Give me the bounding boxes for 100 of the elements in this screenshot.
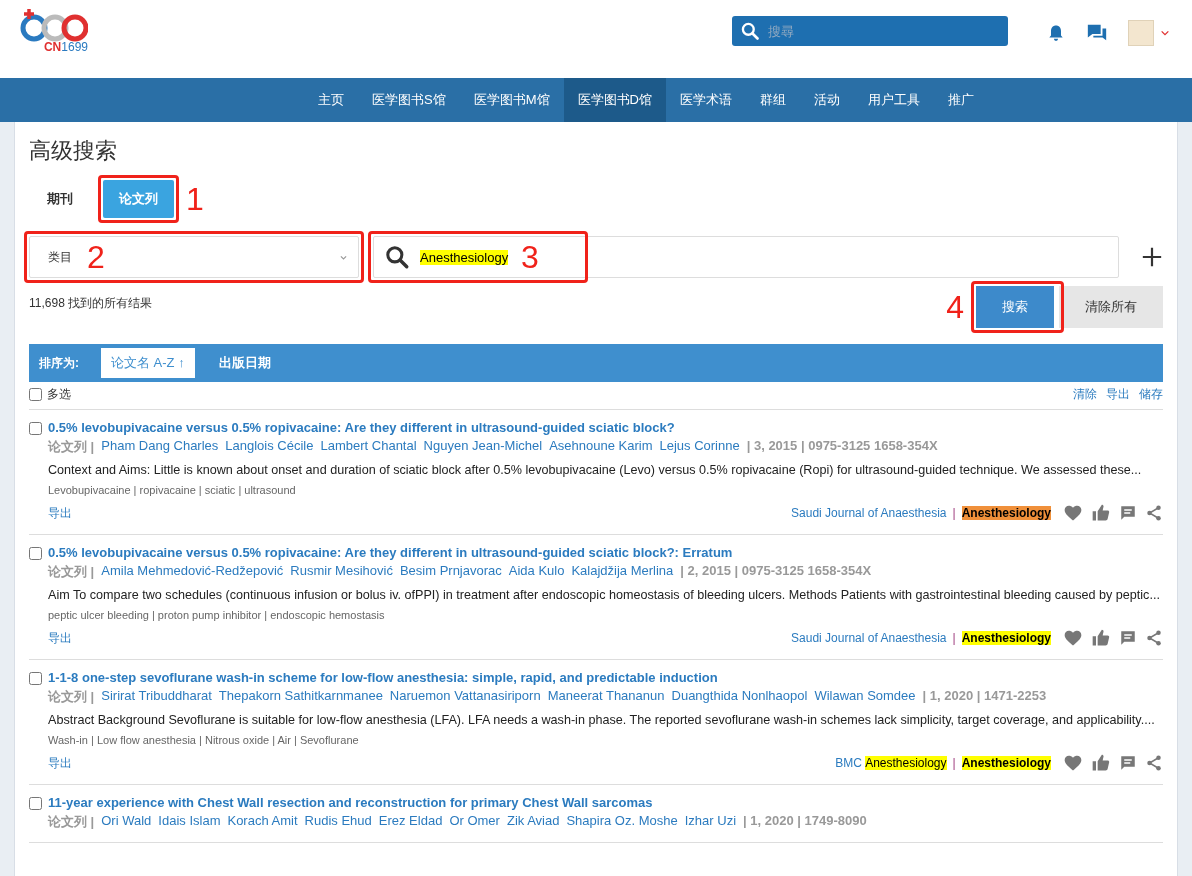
author-link[interactable]: Lejus Corinne (659, 438, 740, 456)
search-icon (740, 21, 760, 41)
nav-link[interactable]: 主页 (304, 78, 359, 122)
comment-icon[interactable] (1119, 504, 1137, 522)
keywords: peptic ulcer bleeding | proton pump inhibitor | endoscopic hemostasis (48, 609, 386, 621)
comment-icon[interactable] (1119, 629, 1137, 647)
article-title-link[interactable]: 0.5% levobupivacaine versus 0.5% ropivacaine: Are they different in ultrasound-guided sciatic block? (48, 420, 1163, 435)
nav-link[interactable]: 医学术语 (665, 78, 746, 122)
author-link[interactable]: Naruemon Vattanasiriporn (389, 688, 541, 706)
select-value: 类目 (48, 248, 72, 266)
annotation-number: 4 (946, 291, 964, 323)
author-link[interactable]: Asehnoune Karim (549, 438, 653, 456)
article-type: 论文列 | (48, 563, 95, 581)
abstract-text: Aim To compare two schedules (continuous infusion or bolus iv. ofPPI) in treatment after endoscopic homeostasis of bleeding ulcers. Methods Patients with gastrointestinal bleeding caused by peptic... (48, 587, 1161, 604)
author-link[interactable]: Langlois Cécile (225, 438, 314, 456)
checkbox[interactable] (29, 388, 42, 401)
article-type: 论文列 | (48, 813, 95, 831)
thumbs-up-icon[interactable] (1091, 503, 1111, 523)
logo-rings-icon (18, 8, 88, 42)
author-link[interactable]: Amila Mehmedović-Redžepović (101, 563, 284, 581)
nav-link[interactable]: 医学图书M馆 (459, 78, 564, 122)
subject-tag: Anesthesiology (961, 756, 1051, 770)
tab[interactable]: 论文列 (103, 180, 174, 218)
journal-link[interactable]: Saudi Journal of Anaesthesia (791, 631, 947, 645)
author-link[interactable]: Erez Eldad (378, 813, 443, 831)
checkbox[interactable] (29, 797, 42, 810)
author-link[interactable]: Wilawan Somdee (814, 688, 916, 706)
author-link[interactable]: Sirirat Tribuddharat (101, 688, 212, 706)
subject-tag: Anesthesiology (961, 506, 1051, 520)
clear-button[interactable]: 清除所有 (1059, 286, 1163, 328)
sort-label: 排序为: (39, 354, 79, 372)
export-link[interactable]: 导出 (48, 504, 72, 522)
separator: | (952, 506, 956, 520)
nav-link[interactable]: 医学图书D馆 (563, 78, 666, 122)
comment-icon[interactable] (1119, 754, 1137, 772)
author-link[interactable]: Thepakorn Sathitkarnmanee (218, 688, 383, 706)
author-link[interactable]: Maneerat Thananun (547, 688, 665, 706)
checkbox[interactable] (29, 422, 42, 435)
annotation-number: 1 (186, 183, 204, 215)
article-type: 论文列 | (48, 688, 95, 706)
journal-link[interactable]: Saudi Journal of Anaesthesia (791, 506, 947, 520)
search-icon (384, 244, 410, 270)
author-link[interactable]: Ori Wald (101, 813, 152, 831)
article-type: 论文列 | (48, 438, 95, 456)
author-link[interactable]: Lambert Chantal (320, 438, 417, 456)
article-info: | 3, 2015 | 0975-3125 1658-354X (746, 438, 938, 455)
author-link[interactable]: Or Omer (449, 813, 500, 831)
search-field[interactable]: 搜尋 (732, 16, 1008, 46)
checkbox[interactable] (29, 547, 42, 560)
export-link[interactable]: 导出 (48, 754, 72, 772)
export-link[interactable]: 导出 (48, 629, 72, 647)
share-icon[interactable] (1145, 754, 1163, 772)
search-button[interactable]: 搜索 (976, 286, 1054, 328)
nav-link[interactable]: 推广 (933, 78, 988, 122)
author-link[interactable]: Korach Amit (227, 813, 298, 831)
author-link[interactable]: Zik Aviad (506, 813, 560, 831)
thumbs-up-icon[interactable] (1091, 753, 1111, 773)
author-link[interactable]: Kalajdžija Merlina (571, 563, 674, 581)
sort-option[interactable]: 论文名 A-Z ↑ (101, 348, 195, 378)
action-link[interactable]: 清除 (1073, 386, 1097, 403)
nav-link[interactable]: 活动 (799, 78, 854, 122)
heart-icon[interactable] (1063, 628, 1083, 648)
sort-option[interactable]: 出版日期 (208, 348, 281, 378)
article-title-link[interactable]: 0.5% levobupivacaine versus 0.5% ropivacaine: Are they different in ultrasound-guided sciatic block?: Erratum (48, 545, 1163, 560)
nav-link[interactable]: 医学图书S馆 (358, 78, 460, 122)
article-title-link[interactable]: 11-year experience with Chest Wall resection and reconstruction for primary Chest Wall sarcomas (48, 795, 1163, 810)
result-count: 11,698 找到的所有结果 (29, 295, 153, 312)
checkbox-label: 多选 (47, 386, 71, 403)
share-icon[interactable] (1145, 504, 1163, 522)
bell-icon[interactable] (1046, 23, 1066, 43)
heart-icon[interactable] (1063, 503, 1083, 523)
author-link[interactable]: Pham Dang Charles (101, 438, 219, 456)
nav-link[interactable]: 群组 (745, 78, 800, 122)
author-link[interactable]: Rusmir Mesihović (290, 563, 393, 581)
abstract-text: Context and Aims: Little is known about onset and duration of sciatic block after 0.5% levobupivacaine (Levo) versus 0.5% ropivacaine (Ropi) for ultrasound-guided technique. We assessed these... (48, 462, 1143, 479)
checkbox[interactable] (29, 672, 42, 685)
annotation-number: 2 (87, 241, 105, 273)
author-link[interactable]: Idais Islam (158, 813, 221, 831)
author-link[interactable]: Nguyen Jean-Michel (423, 438, 543, 456)
tab[interactable]: 期刊 (31, 180, 89, 218)
separator: | (952, 756, 956, 770)
action-link[interactable]: 储存 (1139, 386, 1163, 403)
article-title-link[interactable]: 1-1-8 one-step sevoflurane wash-in scheme for low-flow anesthesia: simple, rapid, and predictable induction (48, 670, 1163, 685)
author-link[interactable]: Rudis Ehud (304, 813, 372, 831)
thumbs-up-icon[interactable] (1091, 628, 1111, 648)
author-link[interactable]: Shapira Oz. Moshe (566, 813, 678, 831)
keywords: Wash-in | Low flow anesthesia | Nitrous oxide | Air | Sevoflurane (48, 734, 360, 746)
heart-icon[interactable] (1063, 753, 1083, 773)
author-link[interactable]: Besim Prnjavorac (399, 563, 502, 581)
author-link[interactable]: Izhar Uzi (684, 813, 737, 831)
author-link[interactable]: Duangthida Nonlhaopol (671, 688, 808, 706)
article-info: | 2, 2015 | 0975-3125 1658-354X (680, 563, 872, 580)
action-link[interactable]: 导出 (1106, 386, 1130, 403)
share-icon[interactable] (1145, 629, 1163, 647)
abstract-text: Abstract Background Sevoflurane is suitable for low-flow anesthesia (LFA). LFA needs a wash-in phase. The reported sevoflurane wash-in schemes lack simplicity, target coverage, and applicability.... (48, 712, 1156, 729)
keywords: Levobupivacaine | ropivacaine | sciatic | ultrasound (48, 484, 297, 496)
author-link[interactable]: Aida Kulo (508, 563, 565, 581)
logo-text: CN1699 (43, 40, 88, 54)
nav-link[interactable]: 用户工具 (853, 78, 934, 122)
caret-icon[interactable] (1160, 28, 1170, 38)
